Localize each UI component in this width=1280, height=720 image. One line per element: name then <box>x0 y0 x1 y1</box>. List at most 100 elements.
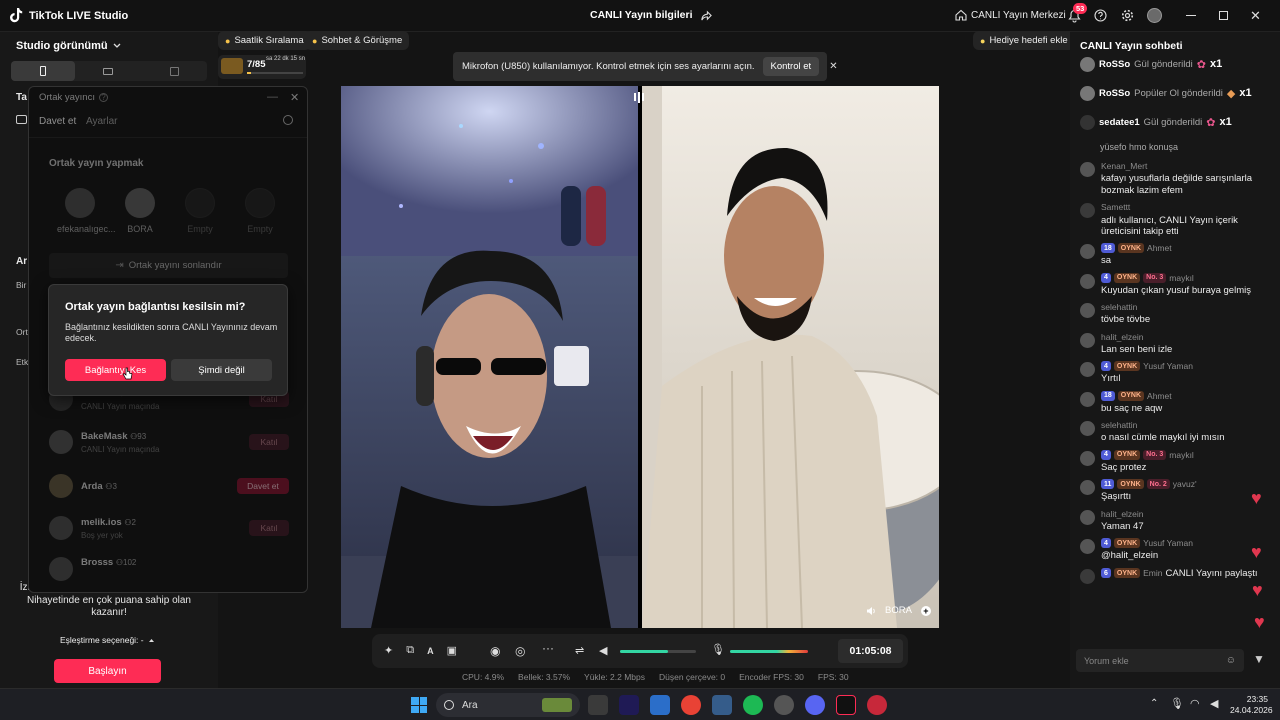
disconnect-button[interactable]: Bağlantıyı Kes <box>65 359 166 381</box>
system-event-icon[interactable] <box>1080 203 1095 218</box>
chat-username[interactable]: Ahmet <box>1147 391 1172 401</box>
avatar[interactable] <box>1080 450 1095 466</box>
chat-username[interactable]: Yusuf Yaman <box>1143 538 1193 548</box>
chat-username[interactable]: selehattin <box>1101 302 1137 312</box>
avatar[interactable] <box>1080 362 1095 377</box>
avatar[interactable] <box>1080 162 1095 177</box>
portrait-mode-button[interactable] <box>11 61 75 81</box>
close-window-icon[interactable]: ✕ <box>1250 8 1261 24</box>
after-effects-icon[interactable] <box>619 695 639 715</box>
tray-chevron-icon[interactable]: ⌃ <box>1150 698 1158 709</box>
speaker-icon[interactable] <box>866 606 876 616</box>
not-now-button[interactable]: Şimdi değil <box>171 359 272 381</box>
wifi-icon[interactable]: ◠ <box>1190 697 1200 710</box>
avatar[interactable] <box>1080 480 1095 495</box>
chat-meet-chip[interactable]: ● Sohbet & Görüşme <box>305 31 410 50</box>
help-button[interactable] <box>1094 9 1107 22</box>
avatar[interactable] <box>1080 421 1095 436</box>
emoji-icon[interactable]: ☺ <box>1226 655 1236 666</box>
outlook-icon[interactable] <box>650 695 670 715</box>
dropped-frames-stat: Düşen çerçeve: 0 <box>658 672 726 682</box>
live-center-button[interactable]: CANLI Yayın Merkezi <box>955 9 1066 21</box>
hourly-ranking-chip[interactable]: ● Saatlik Sıralama <box>218 31 311 50</box>
spotify-icon[interactable] <box>743 695 763 715</box>
chat-username[interactable]: maykıl <box>1169 450 1194 460</box>
chrome-icon[interactable] <box>681 695 701 715</box>
avatar[interactable] <box>1080 332 1095 348</box>
chat-input[interactable]: Yorum ekle ☺ <box>1076 649 1244 672</box>
tray-mic-icon[interactable]: 🎙 <box>1170 697 1184 710</box>
landscape-icon <box>103 67 113 75</box>
tiktok-live-studio-icon[interactable] <box>867 695 887 715</box>
chat-username[interactable]: halit_elzein <box>1101 509 1144 519</box>
chat-user-line: halit_elzein <box>1101 509 1272 519</box>
maximize-icon[interactable] <box>1219 11 1228 20</box>
landscape-mode-button[interactable] <box>75 61 141 81</box>
chat-message-text: @halit_elzein <box>1101 550 1159 561</box>
layout-handle-icon[interactable] <box>630 90 648 104</box>
guest-name: BORA <box>885 605 912 616</box>
system-event-icon[interactable] <box>1080 568 1095 584</box>
clock[interactable]: 23:35 24.04.2026 <box>1230 694 1273 715</box>
chat-username[interactable]: Kenan_Mert <box>1101 161 1147 171</box>
taskbar-search[interactable]: Ara <box>436 693 580 717</box>
equalizer-icon[interactable]: ⇌ <box>575 644 584 657</box>
chat-username[interactable]: Samettt <box>1101 202 1130 212</box>
settings-button[interactable] <box>1121 9 1134 22</box>
check-settings-button[interactable]: Kontrol et <box>762 57 820 76</box>
cpu-stat: CPU: 4.9% <box>462 672 505 682</box>
filter-icon[interactable]: ▼ <box>1253 652 1265 666</box>
split-mode-button[interactable] <box>141 61 207 81</box>
studio-view-dropdown[interactable]: Studio görünümü <box>16 40 121 52</box>
chat-username[interactable]: Yusuf Yaman <box>1143 361 1193 371</box>
chat-username[interactable]: halit_elzein <box>1101 332 1144 342</box>
avatar[interactable] <box>1080 391 1095 407</box>
volume-tray-icon[interactable]: ◀ <box>1210 697 1218 710</box>
volume-icon[interactable]: ◀ <box>599 644 607 657</box>
heart-icon: ♥ <box>1251 542 1262 562</box>
microphone-icon[interactable]: 🎙 <box>711 643 725 656</box>
minimize-icon[interactable] <box>1186 15 1196 16</box>
gift-count: x1 <box>1219 116 1232 128</box>
effects-icon[interactable]: ◎ <box>515 644 525 658</box>
volume-slider[interactable] <box>620 650 696 653</box>
gift-progress-widget[interactable]: 7/85 sa 22 dk 15 sn <box>218 55 306 79</box>
record-icon[interactable]: ◉ <box>490 644 500 658</box>
live-info-button[interactable]: CANLI Yayın bilgileri <box>590 9 712 21</box>
chat-message-text: Saç protez <box>1101 461 1147 473</box>
chat-username[interactable]: Ahmet <box>1147 243 1172 253</box>
pairing-option-dropdown[interactable]: Eşleştirme seçeneği: - <box>60 635 155 645</box>
more-icon[interactable]: ··· <box>542 641 554 655</box>
add-guest-icon[interactable]: + <box>920 605 931 616</box>
start-button[interactable]: Başlayın <box>54 659 161 683</box>
tiktok-icon[interactable] <box>836 695 856 715</box>
gear-icon <box>1121 9 1134 22</box>
chevron-up-icon <box>148 638 154 642</box>
chat-username[interactable]: yavuz' <box>1173 479 1197 489</box>
avatar[interactable] <box>1080 303 1095 318</box>
screen-share-icon[interactable]: ⧉ <box>406 644 414 657</box>
file-explorer-icon[interactable] <box>588 695 608 715</box>
notifications-button[interactable]: 53 <box>1068 3 1088 23</box>
avatar[interactable] <box>1080 244 1095 259</box>
ai-icon[interactable]: A <box>427 646 434 656</box>
level-badge: 4 <box>1101 538 1111 548</box>
chat-message-text: Lan sen beni izle <box>1101 343 1173 355</box>
gift-goal-chip[interactable]: ● Hediye hedefi ekle <box>973 31 1075 50</box>
discord-icon[interactable] <box>805 695 825 715</box>
avatar[interactable] <box>1080 509 1095 525</box>
gift-progress-track <box>247 72 303 74</box>
chat-event-text: CANLI Yayını paylaştı <box>1165 567 1258 579</box>
close-notice-icon[interactable]: ✕ <box>829 61 837 72</box>
chat-username[interactable]: Emin <box>1143 568 1162 578</box>
overlay-icon[interactable]: ▣ <box>447 644 457 657</box>
profile-avatar[interactable] <box>1147 8 1162 23</box>
app-icon[interactable] <box>774 695 794 715</box>
avatar[interactable] <box>1080 273 1095 289</box>
chat-username[interactable]: selehattin <box>1101 420 1137 430</box>
avatar[interactable] <box>1080 539 1095 554</box>
magic-wand-icon[interactable]: ✦ <box>384 644 393 657</box>
chat-username[interactable]: maykıl <box>1169 273 1194 283</box>
windows-start-icon[interactable] <box>411 697 427 713</box>
settings-app-icon[interactable] <box>712 695 732 715</box>
